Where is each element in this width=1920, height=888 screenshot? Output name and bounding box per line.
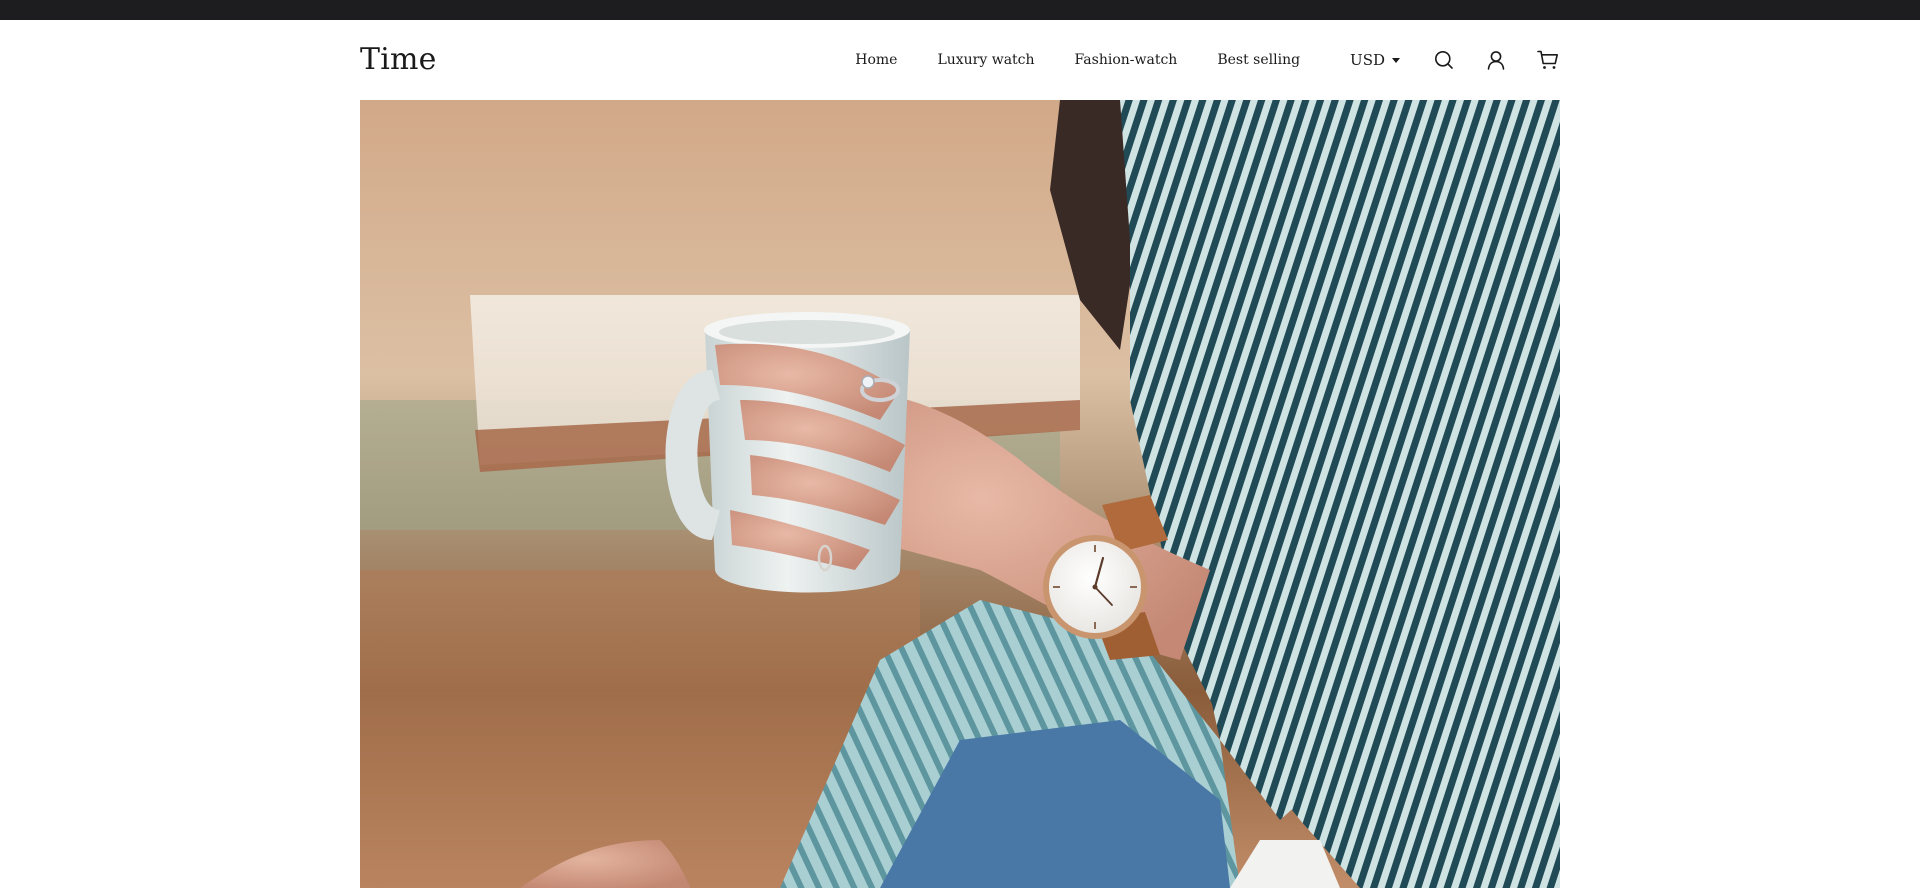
nav-item-luxury-watch[interactable]: Luxury watch bbox=[937, 52, 1034, 68]
header-right: Home Luxury watch Fashion-watch Best sel… bbox=[855, 48, 1560, 72]
site-header: Time Home Luxury watch Fashion-watch Bes… bbox=[360, 20, 1560, 100]
site-logo[interactable]: Time bbox=[360, 42, 437, 77]
search-button[interactable] bbox=[1432, 48, 1456, 72]
nav-item-best-selling[interactable]: Best selling bbox=[1217, 52, 1300, 68]
hero-image bbox=[360, 100, 1560, 888]
nav-item-fashion-watch[interactable]: Fashion-watch bbox=[1075, 52, 1178, 68]
caret-down-icon bbox=[1392, 58, 1400, 63]
account-button[interactable] bbox=[1484, 48, 1508, 72]
hero-banner[interactable] bbox=[360, 100, 1560, 888]
cart-button[interactable] bbox=[1536, 48, 1560, 72]
currency-label: USD bbox=[1350, 51, 1385, 69]
search-icon bbox=[1435, 51, 1453, 69]
announcement-bar bbox=[0, 0, 1920, 20]
currency-selector[interactable]: USD bbox=[1350, 51, 1400, 69]
cart-icon bbox=[1537, 50, 1558, 69]
user-icon bbox=[1487, 51, 1505, 70]
nav-item-home[interactable]: Home bbox=[855, 52, 897, 68]
main-nav: Home Luxury watch Fashion-watch Best sel… bbox=[855, 52, 1350, 68]
